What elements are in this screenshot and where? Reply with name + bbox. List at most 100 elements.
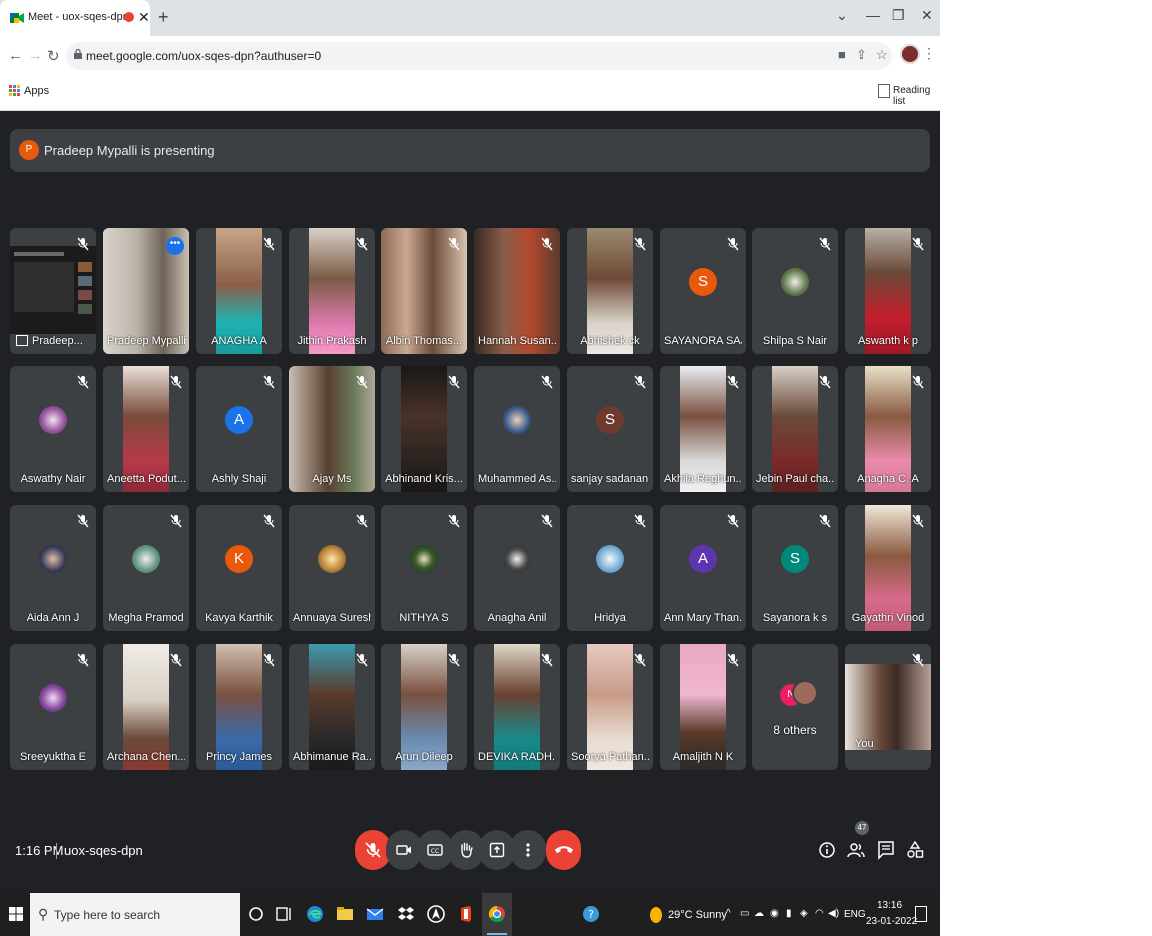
participant-tile[interactable]: Abhimanue Ra... — [289, 644, 375, 770]
participant-tile[interactable]: Akhila Reghun... — [660, 366, 746, 492]
participant-tile[interactable]: Anagha Anil — [474, 505, 560, 631]
participant-tile[interactable]: S SAYANORA SAJ... — [660, 228, 746, 354]
reading-list-icon[interactable] — [878, 84, 890, 98]
others-tile[interactable]: N 8 others — [752, 644, 838, 770]
participant-tile[interactable]: NITHYA S — [381, 505, 467, 631]
participant-tile[interactable]: A Ann Mary Than... — [660, 505, 746, 631]
participant-tile[interactable]: Soorya Pathan... — [567, 644, 653, 770]
participant-tile[interactable]: Hridya — [567, 505, 653, 631]
profile-avatar[interactable] — [900, 44, 920, 64]
new-tab-button[interactable]: + — [158, 7, 169, 28]
share-icon[interactable]: ⇪ — [856, 47, 867, 63]
tray-app-icon[interactable]: ◉ — [770, 908, 779, 919]
weather-text[interactable]: 29°C Sunny — [668, 909, 727, 921]
app-icon[interactable] — [426, 904, 446, 924]
participant-tile[interactable]: Jithin Prakash — [289, 228, 375, 354]
chat-icon[interactable] — [877, 840, 895, 860]
participant-avatar: S — [781, 545, 809, 573]
close-window-button[interactable]: ✕ — [921, 7, 933, 24]
participant-tile[interactable]: Aida Ann J — [10, 505, 96, 631]
participant-tile[interactable]: Jebin Paul cha... — [752, 366, 838, 492]
participant-tile[interactable]: Megha Pramod — [103, 505, 189, 631]
participant-tile[interactable]: Annuaya Suresh — [289, 505, 375, 631]
participant-tile[interactable]: Anagha C. A — [845, 366, 931, 492]
participant-name: Princy James — [205, 751, 273, 763]
participant-tile[interactable]: K Kavya Karthik — [196, 505, 282, 631]
participant-tile[interactable]: Gayathri Vinod — [845, 505, 931, 631]
dropbox-icon[interactable] — [396, 904, 416, 924]
taskbar-clock-time[interactable]: 13:16 — [877, 900, 902, 911]
participant-tile[interactable]: Amaljith N K — [660, 644, 746, 770]
participant-tile[interactable]: Muhammed As... — [474, 366, 560, 492]
minimize-button[interactable]: — — [866, 7, 880, 23]
participant-tile[interactable]: Abhishek ck — [567, 228, 653, 354]
reading-list-button[interactable]: Reading list — [893, 85, 940, 107]
participant-avatar — [410, 545, 438, 573]
participant-tile[interactable]: Aneetta Podut... — [103, 366, 189, 492]
forward-button[interactable]: → — [28, 47, 43, 64]
restore-button[interactable]: ❐ — [892, 7, 905, 24]
tray-battery-icon[interactable]: ▭ — [740, 908, 749, 919]
participant-tile[interactable]: Shilpa S Nair — [752, 228, 838, 354]
participant-tile[interactable]: Hannah Susan... — [474, 228, 560, 354]
meeting-details-icon[interactable] — [818, 840, 836, 860]
apps-grid-icon[interactable] — [9, 85, 21, 97]
participant-tile[interactable]: Aswanth k p — [845, 228, 931, 354]
chrome-menu-icon[interactable]: ⋮ — [922, 45, 936, 62]
more-options-button[interactable] — [510, 830, 546, 870]
participant-tile[interactable]: S sanjay sadanan... — [567, 366, 653, 492]
participant-name: Aswanth k p — [858, 335, 918, 347]
mail-icon[interactable] — [365, 904, 385, 924]
notification-center-icon[interactable] — [915, 906, 927, 922]
tab-meet[interactable]: Meet - uox-sqes-dpn ✕ — [0, 0, 150, 36]
address-bar[interactable]: meet.google.com/uox-sqes-dpn?authuser=0 … — [66, 42, 892, 70]
mic-off-icon — [727, 653, 739, 667]
leave-call-button[interactable] — [546, 830, 581, 870]
camera-in-use-icon[interactable]: ■ — [838, 47, 846, 62]
more-options-icon[interactable]: ••• — [166, 237, 184, 255]
participant-tile[interactable]: DEVIKA RADH... — [474, 644, 560, 770]
tray-security-icon[interactable]: ◈ — [800, 908, 808, 919]
participant-tile[interactable]: Albin Thomas... — [381, 228, 467, 354]
mic-off-icon — [541, 237, 553, 251]
taskbar-clock-date[interactable]: 23-01-2022 — [866, 916, 917, 927]
self-tile[interactable]: You — [845, 644, 931, 770]
office-icon[interactable] — [456, 904, 476, 924]
participant-tile[interactable]: Ajay Ms — [289, 366, 375, 492]
edge-icon[interactable] — [305, 904, 325, 924]
participant-tile[interactable]: Pradeep... — [10, 228, 96, 354]
chrome-icon[interactable] — [487, 904, 507, 924]
participant-tile[interactable]: Aswathy Nair — [10, 366, 96, 492]
tray-onedrive-icon[interactable]: ☁ — [754, 908, 764, 919]
participant-name: Amaljith N K — [672, 751, 734, 763]
participant-tile[interactable]: ••• Pradeep Mypalli — [103, 228, 189, 354]
participant-tile[interactable]: Princy James — [196, 644, 282, 770]
reload-button[interactable]: ↻ — [47, 47, 60, 65]
participant-tile[interactable]: Abhinand Kris... — [381, 366, 467, 492]
participant-avatar — [596, 545, 624, 573]
file-explorer-icon[interactable] — [335, 904, 355, 924]
participant-tile[interactable]: Sreeyuktha E — [10, 644, 96, 770]
people-icon[interactable] — [846, 840, 866, 860]
activities-icon[interactable] — [906, 840, 924, 860]
tab-search-chevron-icon[interactable]: ⌄ — [836, 7, 848, 24]
back-button[interactable]: ← — [8, 47, 23, 64]
bookmark-star-icon[interactable]: ☆ — [876, 47, 888, 63]
taskbar-search-box[interactable]: ⚲ Type here to search — [30, 893, 240, 936]
participant-tile[interactable]: ANAGHA A — [196, 228, 282, 354]
participant-tile[interactable]: Arun Dileep — [381, 644, 467, 770]
participant-tile[interactable]: Archana Chen... — [103, 644, 189, 770]
language-indicator[interactable]: ENG — [844, 909, 866, 920]
tab-close-icon[interactable]: ✕ — [138, 9, 150, 26]
volume-icon[interactable]: ◀) — [828, 908, 839, 919]
tray-mic-icon[interactable]: ▮ — [786, 908, 792, 919]
participant-tile[interactable]: A Ashly Shaji — [196, 366, 282, 492]
help-icon[interactable]: ? — [581, 904, 601, 924]
cortana-icon[interactable] — [246, 904, 266, 924]
participant-tile[interactable]: S Sayanora k s — [752, 505, 838, 631]
wifi-icon[interactable]: ◠ — [815, 908, 824, 919]
apps-bookmark[interactable]: Apps — [24, 85, 49, 97]
windows-start-icon[interactable] — [9, 907, 23, 921]
task-view-icon[interactable] — [274, 904, 294, 924]
tray-chevron-icon[interactable]: ^ — [726, 908, 731, 919]
